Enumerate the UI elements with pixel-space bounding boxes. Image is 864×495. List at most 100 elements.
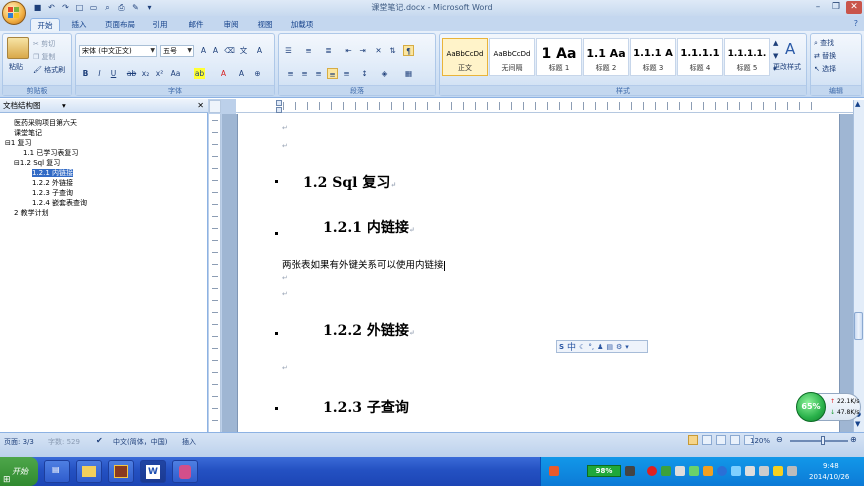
replace-button[interactable]: ⇄ 替换 — [814, 51, 836, 61]
language-indicator[interactable]: 中文(简体，中国) — [113, 437, 167, 447]
change-styles-button[interactable]: A 更改样式 — [773, 38, 805, 84]
print-layout-icon[interactable] — [688, 435, 698, 445]
zoom-in-icon[interactable]: ⊕ — [850, 435, 857, 444]
tab-review[interactable]: 审阅 — [218, 18, 244, 31]
spell-check-icon[interactable]: ✔ — [96, 436, 103, 445]
styles-scroll-up-icon[interactable]: ▲ — [773, 39, 778, 47]
taskbar-database[interactable] — [172, 460, 198, 483]
tray-app-icon[interactable] — [759, 466, 769, 476]
tab-references[interactable]: 引用 — [147, 18, 173, 31]
strikethrough-icon[interactable]: ab — [126, 68, 137, 79]
docmap-item[interactable]: 2 教学计划 — [14, 209, 49, 218]
help-icon[interactable]: ? — [854, 19, 858, 28]
web-layout-icon[interactable] — [716, 435, 726, 445]
ime-icon[interactable] — [549, 466, 559, 476]
distributed-icon[interactable]: ≡ — [341, 68, 352, 79]
copy-button[interactable]: ❐ 复制 — [33, 52, 56, 62]
tray-app-icon[interactable] — [703, 466, 713, 476]
close-icon[interactable]: ✕ — [846, 1, 862, 14]
align-left-icon[interactable]: ≡ — [285, 68, 296, 79]
subscript-icon[interactable]: x₂ — [140, 68, 151, 79]
font-size-combo[interactable]: 五号 ▼ — [160, 45, 194, 57]
draw-table-icon[interactable]: ✎ — [130, 2, 141, 13]
bold-icon[interactable]: B — [80, 68, 91, 79]
clock-time[interactable]: 9:48 — [823, 462, 839, 470]
volume-icon[interactable] — [745, 466, 755, 476]
sort-icon[interactable]: ⇅ — [387, 45, 398, 56]
document-page[interactable]: ↵ ↵ 1.2 Sql 复习↵ 1.2.1 内链接↵ 两张表如果有外键关系可以使… — [237, 114, 840, 432]
battery-indicator[interactable]: 98% — [587, 465, 621, 477]
char-shading-icon[interactable]: A — [236, 68, 247, 79]
shrink-font-icon[interactable]: A — [210, 45, 221, 56]
change-case-icon[interactable]: Aa — [170, 68, 181, 79]
cut-button[interactable]: ✂ 剪切 — [33, 39, 55, 49]
docmap-item[interactable]: 1.2.3 子查询 — [32, 189, 73, 198]
punctuation-icon[interactable]: °, — [588, 343, 594, 351]
tab-view[interactable]: 视图 — [252, 18, 278, 31]
docmap-item[interactable]: ⊟1.2 Sql 复习 — [14, 159, 60, 168]
settings-icon[interactable]: ⚙ — [616, 343, 622, 351]
tab-mailings[interactable]: 邮件 — [183, 18, 209, 31]
font-name-combo[interactable]: 宋体 (中文正文) ▼ — [79, 45, 157, 57]
taskbar-word[interactable]: W — [140, 460, 166, 483]
docmap-item-selected[interactable]: 1.2.1 内链接 — [32, 169, 74, 178]
enclose-char-icon[interactable]: ⊕ — [252, 68, 263, 79]
clock-date[interactable]: 2014/10/26 — [809, 473, 849, 481]
grow-font-icon[interactable]: A — [198, 45, 209, 56]
docmap-item[interactable]: 医药采购项目第六天 — [14, 119, 77, 128]
ime-language[interactable]: 中 — [567, 340, 576, 353]
moon-icon[interactable]: ☾ — [579, 343, 585, 351]
security-icon[interactable] — [647, 466, 657, 476]
print-preview-icon[interactable]: ⌕ — [102, 2, 113, 13]
start-button[interactable]: ⊞ 开始 — [0, 457, 38, 486]
close-icon[interactable]: ✕ — [197, 99, 204, 112]
format-painter-button[interactable]: 🖌 格式刷 — [33, 65, 65, 75]
numbering-icon[interactable]: ≡ — [303, 45, 314, 56]
tray-app-icon[interactable] — [689, 466, 699, 476]
find-button[interactable]: ⌕ 查找 — [814, 38, 834, 48]
highlight-icon[interactable]: ab — [194, 68, 205, 79]
style-normal[interactable]: AaBbCcDd 正文 — [442, 38, 488, 76]
vertical-scrollbar[interactable]: ▲ ▲ ● ▼ — [853, 100, 864, 432]
taskbar-app[interactable] — [108, 460, 134, 483]
taskbar-explorer[interactable]: ▤ — [44, 460, 70, 483]
heading-3-subquery[interactable]: 1.2.3 子查询 — [323, 397, 409, 417]
style-heading-4[interactable]: 1.1.1.1 标题 4 — [677, 38, 723, 76]
ime-toolbar[interactable]: S 中 ☾ °, ♟ ▤ ⚙ ▾ — [556, 340, 648, 353]
multilevel-list-icon[interactable]: ≣ — [323, 45, 334, 56]
insert-mode[interactable]: 插入 — [182, 437, 196, 447]
outline-view-icon[interactable] — [730, 435, 740, 445]
tab-insert[interactable]: 插入 — [66, 18, 92, 31]
italic-icon[interactable]: I — [94, 68, 105, 79]
style-heading-5[interactable]: 1.1.1.1. 标题 5 — [724, 38, 770, 76]
hanging-indent-marker[interactable] — [276, 107, 282, 113]
borders-icon[interactable]: ▦ — [403, 68, 414, 79]
zoom-slider[interactable] — [790, 440, 848, 442]
underline-icon[interactable]: U — [108, 68, 119, 79]
chevron-down-icon[interactable]: ▾ — [625, 343, 629, 351]
ime-logo-icon[interactable]: S — [559, 343, 564, 351]
select-button[interactable]: ↖ 选择 — [814, 64, 836, 74]
style-heading-3[interactable]: 1.1.1 A 标题 3 — [630, 38, 676, 76]
justify-icon[interactable]: ≡ — [327, 68, 338, 79]
save-icon[interactable]: ■ — [32, 2, 43, 13]
tray-app-icon[interactable] — [787, 466, 797, 476]
scroll-up-icon[interactable]: ▲ — [855, 100, 860, 108]
word-count[interactable]: 字数: 529 — [48, 437, 80, 447]
undo-icon[interactable]: ↶ — [46, 2, 57, 13]
tab-page-layout[interactable]: 页面布局 — [100, 18, 140, 31]
heading-3-outer-join[interactable]: 1.2.2 外链接↵ — [323, 320, 415, 340]
plug-icon[interactable] — [625, 466, 635, 476]
body-paragraph[interactable]: 两张表如果有外键关系可以使用内链接 — [282, 257, 445, 271]
show-marks-icon[interactable]: ¶ — [403, 45, 414, 56]
redo-icon[interactable]: ↷ — [60, 2, 71, 13]
paste-icon[interactable] — [7, 37, 29, 59]
restore-icon[interactable]: ❐ — [828, 1, 844, 14]
align-right-icon[interactable]: ≡ — [313, 68, 324, 79]
network-icon[interactable] — [731, 466, 741, 476]
align-center-icon[interactable]: ≡ — [299, 68, 310, 79]
docmap-item[interactable]: ⊟1 复习 — [5, 139, 32, 148]
office-button[interactable] — [2, 1, 26, 25]
docmap-item[interactable]: 课堂笔记 — [14, 129, 42, 138]
heading-3-inner-join[interactable]: 1.2.1 内链接↵ — [323, 217, 415, 237]
